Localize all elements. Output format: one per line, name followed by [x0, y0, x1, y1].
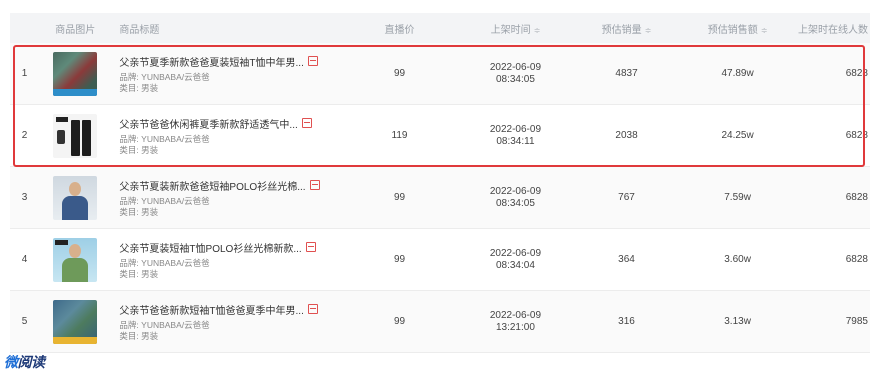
- external-link-icon[interactable]: [301, 118, 312, 128]
- estimated-sales: 316: [618, 316, 635, 327]
- product-thumbnail[interactable]: [53, 237, 98, 282]
- listing-time: 2022-06-09 08:34:05: [489, 185, 542, 209]
- product-brand: 品牌: YUNBABA/云爸爸: [119, 319, 210, 330]
- product-thumbnail[interactable]: [53, 175, 98, 220]
- product-brand: 品牌: YUNBABA/云爸爸: [119, 195, 210, 206]
- row-index: 4: [21, 254, 28, 265]
- listing-time: 2022-06-09 08:34:11: [489, 123, 542, 147]
- product-brand: 品牌: YUNBABA/云爸爸: [119, 257, 210, 268]
- product-title-link[interactable]: 父亲节爸爸新款短袖T恤爸爸夏季中年男...: [119, 302, 303, 317]
- table-row[interactable]: 1 父亲节夏季新款爸爸夏装短袖T恤中年男... 品牌: YUNBABA/云爸爸 …: [10, 43, 870, 105]
- product-brand: 品牌: YUNBABA/云爸爸: [119, 71, 210, 82]
- product-category: 类目: 男装: [119, 268, 159, 279]
- table-row[interactable]: 3 父亲节夏装新款爸爸短袖POLO衫丝光棉... 品牌: YUNBABA/云爸爸…: [10, 167, 870, 229]
- row-index: 5: [21, 316, 28, 327]
- header-online: 上架时在线人数: [797, 24, 868, 36]
- live-price: 99: [393, 316, 406, 327]
- header-sales[interactable]: 预估销量 ≑: [573, 21, 679, 36]
- header-time[interactable]: 上架时间 ≑: [457, 21, 573, 36]
- table-header: 商品图片 商品标题 直播价 上架时间 ≑ 预估销量 ≑ 预估销售额 ≑ 上架时在线人数: [10, 13, 870, 43]
- estimated-sales: 4837: [615, 68, 638, 79]
- online-viewers: 6828: [845, 68, 868, 79]
- estimated-amount: 3.60w: [724, 254, 751, 265]
- listing-time: 2022-06-09 08:34:05: [489, 61, 542, 85]
- sort-icon[interactable]: ≑: [761, 26, 768, 35]
- product-category: 类目: 男装: [119, 144, 159, 155]
- product-brand: 品牌: YUNBABA/云爸爸: [119, 133, 210, 144]
- product-table: 商品图片 商品标题 直播价 上架时间 ≑ 预估销量 ≑ 预估销售额 ≑ 上架时在线人数…: [10, 13, 870, 353]
- product-thumbnail[interactable]: [53, 299, 98, 344]
- header-image: 商品图片: [55, 24, 96, 36]
- live-price: 119: [391, 130, 408, 141]
- weiyuedu-logo: 微阅读: [4, 354, 45, 370]
- product-category: 类目: 男装: [119, 206, 159, 217]
- external-link-icon[interactable]: [307, 304, 318, 314]
- table-row[interactable]: 5 父亲节爸爸新款短袖T恤爸爸夏季中年男... 品牌: YUNBABA/云爸爸 …: [10, 291, 870, 353]
- estimated-sales: 364: [618, 254, 635, 265]
- estimated-sales: 767: [618, 192, 635, 203]
- estimated-amount: 3.13w: [724, 316, 751, 327]
- listing-time: 2022-06-09 08:34:04: [489, 247, 542, 271]
- estimated-sales: 2038: [615, 130, 638, 141]
- header-price: 直播价: [384, 24, 415, 36]
- product-category: 类目: 男装: [119, 330, 159, 341]
- table-row[interactable]: 4 父亲节夏装短袖T恤POLO衫丝光棉新款... 品牌: YUNBABA/云爸爸…: [10, 229, 870, 291]
- sort-icon[interactable]: ≑: [645, 26, 652, 35]
- product-title-link[interactable]: 父亲节夏装短袖T恤POLO衫丝光棉新款...: [119, 240, 301, 255]
- product-thumbnail[interactable]: [53, 51, 98, 96]
- row-index: 1: [21, 68, 28, 79]
- live-price: 99: [393, 254, 406, 265]
- external-link-icon[interactable]: [307, 56, 318, 66]
- header-title: 商品标题: [119, 24, 160, 36]
- sort-icon[interactable]: ≑: [534, 26, 541, 35]
- table-row[interactable]: 2 父亲节爸爸休闲裤夏季新款舒适透气中... 品牌: YUNBABA/云爸爸 类…: [10, 105, 870, 167]
- product-title-link[interactable]: 父亲节爸爸休闲裤夏季新款舒适透气中...: [119, 116, 297, 131]
- estimated-amount: 24.25w: [721, 130, 754, 141]
- online-viewers: 6828: [845, 130, 868, 141]
- online-viewers: 6828: [845, 192, 868, 203]
- live-price: 99: [393, 68, 406, 79]
- product-title-link[interactable]: 父亲节夏季新款爸爸夏装短袖T恤中年男...: [119, 54, 303, 69]
- row-index: 3: [21, 192, 28, 203]
- header-amount[interactable]: 预估销售额 ≑: [680, 21, 796, 36]
- live-price: 99: [393, 192, 406, 203]
- online-viewers: 6828: [845, 254, 868, 265]
- estimated-amount: 7.59w: [724, 192, 751, 203]
- product-thumbnail[interactable]: [53, 113, 98, 158]
- product-category: 类目: 男装: [119, 82, 159, 93]
- row-index: 2: [21, 130, 28, 141]
- listing-time: 2022-06-09 13:21:00: [489, 309, 542, 333]
- estimated-amount: 47.89w: [721, 68, 754, 79]
- online-viewers: 7985: [845, 316, 868, 327]
- external-link-icon[interactable]: [309, 180, 320, 190]
- external-link-icon[interactable]: [305, 242, 316, 252]
- product-title-link[interactable]: 父亲节夏装新款爸爸短袖POLO衫丝光棉...: [119, 178, 305, 193]
